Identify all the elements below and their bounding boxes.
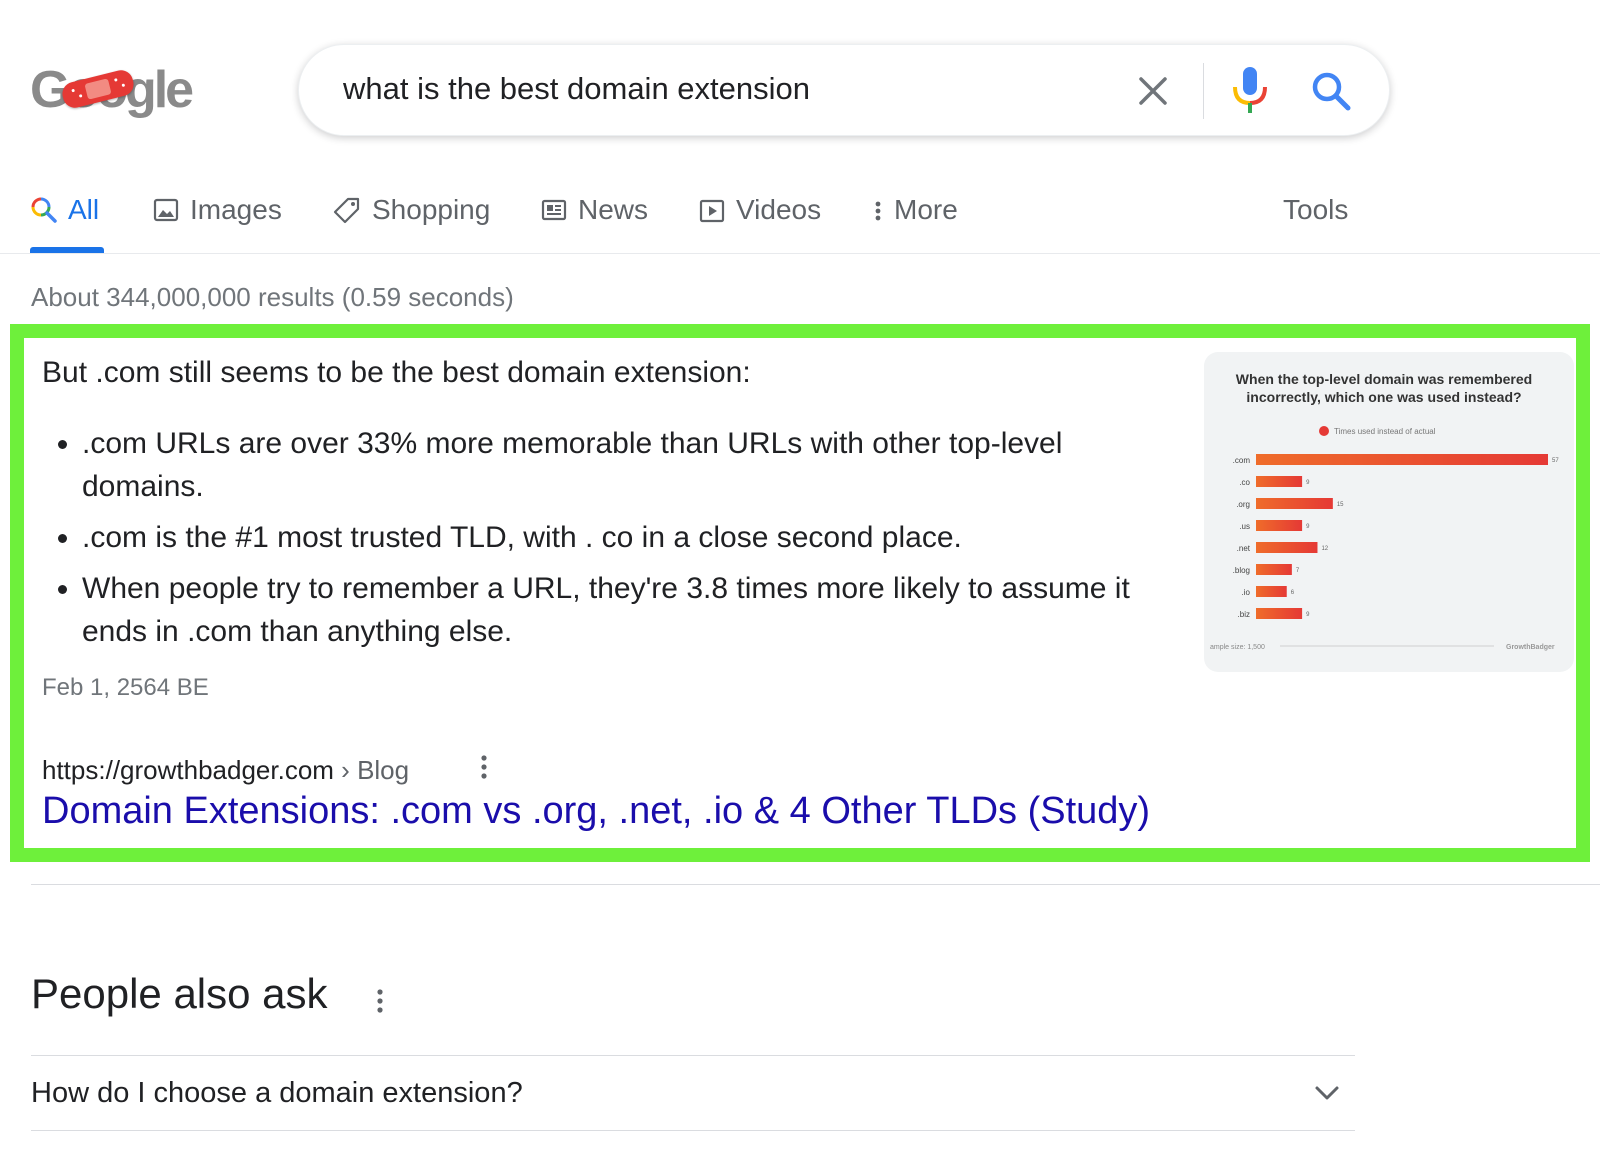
list-item: .com is the #1 most trusted TLD, with . …	[82, 516, 1182, 559]
result-title-link[interactable]: Domain Extensions: .com vs .org, .net, .…	[42, 790, 1150, 833]
tab-label: Shopping	[372, 194, 491, 225]
chart-value-label: 12	[1321, 546, 1328, 552]
chart-bar	[1256, 586, 1287, 597]
close-icon	[1139, 77, 1167, 105]
chart-category-label: .biz	[1238, 610, 1250, 619]
chart-category-label: .io	[1242, 588, 1251, 597]
tab-label: More	[894, 194, 958, 225]
search-input[interactable]	[343, 67, 1063, 111]
chart-bar	[1256, 608, 1303, 619]
tab-videos[interactable]: Videos	[698, 190, 821, 230]
chart-category-label: .co	[1239, 478, 1250, 487]
tab-shopping[interactable]: Shopping	[332, 190, 490, 230]
voice-search-button[interactable]	[1229, 65, 1271, 115]
result-stats: About 344,000,000 results (0.59 seconds)	[31, 282, 514, 312]
newspaper-icon	[541, 199, 567, 221]
people-also-ask-options-button[interactable]	[368, 986, 392, 1018]
chart-category-label: .com	[1233, 456, 1251, 465]
chart-value-label: 57	[1552, 458, 1559, 464]
tab-news[interactable]: News	[540, 190, 648, 230]
play-icon	[699, 199, 725, 223]
chart-value-label: 9	[1306, 524, 1310, 530]
tab-images[interactable]: Images	[152, 190, 282, 230]
paa-question-text: How do I choose a domain extension?	[31, 1076, 523, 1109]
chart-category-label: .org	[1236, 500, 1250, 509]
cite-separator: ›	[333, 754, 358, 785]
chart-category-label: .blog	[1233, 566, 1250, 575]
result-options-button[interactable]	[472, 752, 496, 784]
people-also-ask-title: People also ask	[31, 970, 328, 1017]
chart-value-label: 9	[1306, 480, 1310, 486]
chart-bar	[1256, 454, 1548, 465]
tools-button[interactable]: Tools	[1283, 190, 1348, 230]
more-vert-icon	[875, 201, 881, 221]
chart-bars: .com 57 .co 9 .org 15 .us 9 .net 12 .blog 7 .io 6 .biz…	[1233, 454, 1559, 619]
chart-title-line-2: incorrectly, which one was used instead?	[1246, 389, 1521, 405]
more-vert-icon	[377, 989, 383, 1013]
chart-title-line-1: When the top-level domain was remembered	[1236, 371, 1532, 387]
paa-divider	[31, 1130, 1355, 1131]
chart-bar	[1256, 542, 1318, 553]
search-divider	[1203, 63, 1204, 119]
paa-question[interactable]: How do I choose a domain extension?	[31, 1056, 1355, 1130]
chart-bar	[1256, 520, 1303, 531]
more-vert-icon	[481, 755, 487, 779]
chart-value-label: 7	[1296, 568, 1300, 574]
tab-label: All	[68, 194, 100, 225]
chart-value-label: 15	[1337, 502, 1344, 508]
chart-source-logo: GrowthBadger	[1506, 644, 1555, 651]
tab-all[interactable]: All	[30, 190, 99, 230]
list-item: When people try to remember a URL, they'…	[82, 567, 1182, 653]
chevron-down-icon	[1315, 1086, 1339, 1100]
chart-bar	[1256, 476, 1303, 487]
list-item: .com URLs are over 33% more memorable th…	[82, 422, 1182, 508]
image-icon	[153, 198, 179, 222]
tab-more[interactable]: More	[872, 190, 958, 230]
tab-label: Videos	[736, 194, 822, 225]
google-logo[interactable]: Google	[30, 58, 200, 122]
tag-icon	[333, 197, 360, 224]
chart-bar	[1256, 498, 1333, 509]
microphone-icon	[1233, 67, 1267, 113]
cite-path: Blog	[357, 754, 410, 785]
result-cite[interactable]: https://growthbadger.com › Blog	[42, 750, 409, 790]
chart-category-label: .us	[1239, 522, 1250, 531]
tab-label: News	[578, 194, 649, 225]
chart-category-label: .net	[1237, 544, 1251, 553]
search-icon	[1312, 72, 1351, 111]
legend-marker	[1319, 426, 1329, 436]
tab-label: Images	[190, 194, 282, 225]
search-bar	[298, 44, 1390, 136]
featured-snippet: But .com still seems to be the best doma…	[10, 324, 1590, 862]
chart-sample-size: ample size: 1,500	[1210, 644, 1265, 651]
cite-url: https://growthbadger.com	[42, 754, 334, 785]
snippet-heading: But .com still seems to be the best doma…	[42, 356, 751, 389]
chart-bar	[1256, 564, 1292, 575]
snippet-date: Feb 1, 2564 BE	[42, 674, 209, 701]
chart-value-label: 6	[1291, 590, 1295, 596]
tabs-divider	[0, 253, 1600, 254]
search-icon	[31, 197, 57, 223]
snippet-image[interactable]: When the top-level domain was remembered…	[1204, 352, 1574, 672]
chart-value-label: 9	[1306, 612, 1310, 618]
search-button[interactable]	[1309, 69, 1353, 113]
legend-label: Times used instead of actual	[1334, 427, 1436, 436]
clear-search-button[interactable]	[1135, 73, 1171, 109]
bar-chart: When the top-level domain was remembered…	[1210, 371, 1559, 651]
snippet-list: .com URLs are over 33% more memorable th…	[42, 422, 1182, 661]
section-divider	[31, 884, 1600, 885]
